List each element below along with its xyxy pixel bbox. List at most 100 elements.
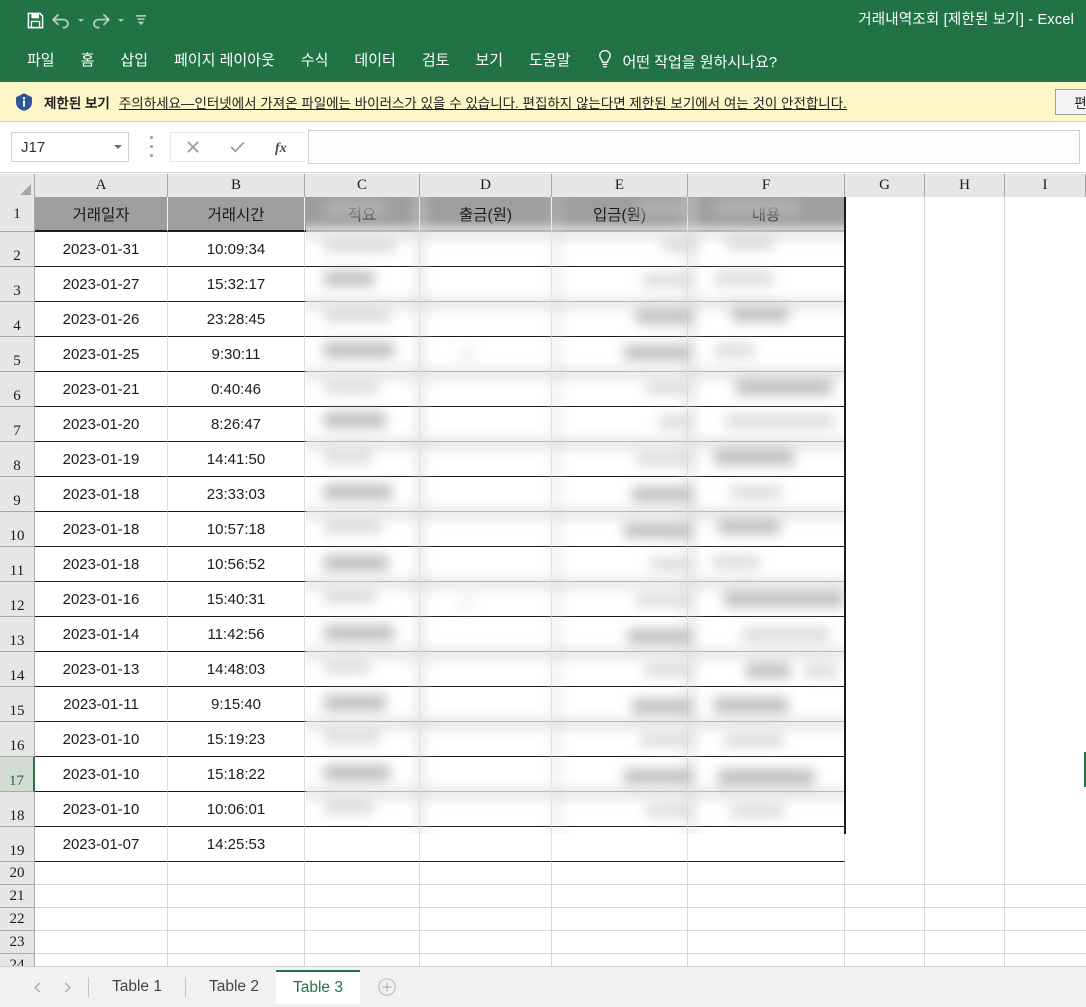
row-header-6[interactable]: 6 xyxy=(0,372,35,407)
cell-c9-redacted[interactable] xyxy=(305,477,420,512)
formula-bar-grip[interactable] xyxy=(150,136,153,157)
cell-c6-redacted[interactable] xyxy=(305,372,420,407)
header-cell-b1[interactable]: 거래시간 xyxy=(168,197,305,232)
cell-a18[interactable]: 2023-01-10 xyxy=(35,792,168,827)
ribbon-tab-data[interactable]: 데이터 xyxy=(341,40,408,82)
cell-a14[interactable]: 2023-01-13 xyxy=(35,652,168,687)
cell-c11-redacted[interactable] xyxy=(305,547,420,582)
cell-a6[interactable]: 2023-01-21 xyxy=(35,372,168,407)
header-cell-f1[interactable]: 내용 xyxy=(688,197,845,232)
cell-b17[interactable]: 15:18:22 xyxy=(168,757,305,792)
cell-b4[interactable]: 23:28:45 xyxy=(168,302,305,337)
cell-c10-redacted[interactable] xyxy=(305,512,420,547)
cell-b10[interactable]: 10:57:18 xyxy=(168,512,305,547)
row-header-15[interactable]: 15 xyxy=(0,687,35,722)
header-cell-e1[interactable]: 입금(원) xyxy=(552,197,688,232)
cell-a8[interactable]: 2023-01-19 xyxy=(35,442,168,477)
cell-a7[interactable]: 2023-01-20 xyxy=(35,407,168,442)
row-header-20[interactable]: 20 xyxy=(0,862,35,885)
ribbon-tab-view[interactable]: 보기 xyxy=(462,40,516,82)
cell-d10-redacted[interactable] xyxy=(420,512,552,547)
header-cell-c1[interactable]: 적요 xyxy=(305,197,420,232)
enable-editing-button[interactable]: 편집 사용 xyxy=(1055,89,1086,115)
cell-e3-redacted[interactable] xyxy=(552,267,688,302)
cell-e2-redacted[interactable] xyxy=(552,232,688,267)
cell-b5[interactable]: 9:30:11 xyxy=(168,337,305,372)
cell-b15[interactable]: 9:15:40 xyxy=(168,687,305,722)
cell-d14-redacted[interactable] xyxy=(420,652,552,687)
cell-e4-redacted[interactable] xyxy=(552,302,688,337)
cell-e11-redacted[interactable] xyxy=(552,547,688,582)
confirm-check-icon[interactable] xyxy=(218,133,258,161)
cell-b13[interactable]: 11:42:56 xyxy=(168,617,305,652)
cell-c5-redacted[interactable] xyxy=(305,337,420,372)
cell-e6-redacted[interactable] xyxy=(552,372,688,407)
row-header-19[interactable]: 19 xyxy=(0,827,35,862)
cell-e5-redacted[interactable] xyxy=(552,337,688,372)
cell-a5[interactable]: 2023-01-25 xyxy=(35,337,168,372)
ribbon-tab-review[interactable]: 검토 xyxy=(409,40,463,82)
formula-input[interactable] xyxy=(308,130,1080,164)
cell-b6[interactable]: 0:40:46 xyxy=(168,372,305,407)
insert-function-fx-icon[interactable]: fx xyxy=(263,133,303,161)
nav-prev-icon[interactable] xyxy=(22,970,52,1004)
cell-a10[interactable]: 2023-01-18 xyxy=(35,512,168,547)
worksheet-grid[interactable]: A B C D E F G H I 1 거래일자 거래시간 적요 출금(원) 입… xyxy=(0,174,1086,966)
column-header-h[interactable]: H xyxy=(925,174,1005,197)
cell-f19-redacted[interactable] xyxy=(688,827,845,862)
cell-c12-redacted[interactable] xyxy=(305,582,420,617)
customize-qat-icon[interactable] xyxy=(128,8,154,32)
header-cell-d1[interactable]: 출금(원) xyxy=(420,197,552,232)
nav-next-icon[interactable] xyxy=(52,970,82,1004)
save-icon[interactable] xyxy=(22,8,48,32)
cancel-x-icon[interactable] xyxy=(173,133,213,161)
cell-f10-redacted[interactable] xyxy=(688,512,845,547)
cell-b8[interactable]: 14:41:50 xyxy=(168,442,305,477)
cell-c7-redacted[interactable] xyxy=(305,407,420,442)
cell-f12-redacted[interactable] xyxy=(688,582,845,617)
column-header-a[interactable]: A xyxy=(35,174,168,197)
cell-c2-redacted[interactable] xyxy=(305,232,420,267)
cell-a13[interactable]: 2023-01-14 xyxy=(35,617,168,652)
cell-d6-redacted[interactable] xyxy=(420,372,552,407)
cell-b14[interactable]: 14:48:03 xyxy=(168,652,305,687)
cell-c4-redacted[interactable] xyxy=(305,302,420,337)
cell-d16-redacted[interactable] xyxy=(420,722,552,757)
cell-d8-redacted[interactable] xyxy=(420,442,552,477)
cell-e7-redacted[interactable] xyxy=(552,407,688,442)
cell-d19-redacted[interactable] xyxy=(420,827,552,862)
row-header-1[interactable]: 1 xyxy=(0,197,35,232)
name-box-chevron-down-icon[interactable] xyxy=(114,145,122,149)
cell-c18-redacted[interactable] xyxy=(305,792,420,827)
row-header-12[interactable]: 12 xyxy=(0,582,35,617)
cell-f3-redacted[interactable] xyxy=(688,267,845,302)
cell-f14-redacted[interactable] xyxy=(688,652,845,687)
cell-e10-redacted[interactable] xyxy=(552,512,688,547)
row-header-4[interactable]: 4 xyxy=(0,302,35,337)
cell-e15-redacted[interactable] xyxy=(552,687,688,722)
row-header-24[interactable]: 24 xyxy=(0,954,35,966)
cell-f18-redacted[interactable] xyxy=(688,792,845,827)
cell-b12[interactable]: 15:40:31 xyxy=(168,582,305,617)
cell-d5-redacted[interactable] xyxy=(420,337,552,372)
row-header-2[interactable]: 2 xyxy=(0,232,35,267)
cell-e8-redacted[interactable] xyxy=(552,442,688,477)
row-header-14[interactable]: 14 xyxy=(0,652,35,687)
row-header-23[interactable]: 23 xyxy=(0,931,35,954)
cell-c13-redacted[interactable] xyxy=(305,617,420,652)
cell-c8-redacted[interactable] xyxy=(305,442,420,477)
cell-f9-redacted[interactable] xyxy=(688,477,845,512)
cell-f15-redacted[interactable] xyxy=(688,687,845,722)
ribbon-tab-formulas[interactable]: 수식 xyxy=(288,40,342,82)
cell-a3[interactable]: 2023-01-27 xyxy=(35,267,168,302)
cell-c17-redacted[interactable] xyxy=(305,757,420,792)
header-cell-a1[interactable]: 거래일자 xyxy=(35,197,168,232)
cell-d3-redacted[interactable] xyxy=(420,267,552,302)
cell-b18[interactable]: 10:06:01 xyxy=(168,792,305,827)
cell-a11[interactable]: 2023-01-18 xyxy=(35,547,168,582)
column-header-b[interactable]: B xyxy=(168,174,305,197)
undo-icon[interactable] xyxy=(48,8,74,32)
column-header-e[interactable]: E xyxy=(552,174,688,197)
cell-f6-redacted[interactable] xyxy=(688,372,845,407)
row-header-7[interactable]: 7 xyxy=(0,407,35,442)
